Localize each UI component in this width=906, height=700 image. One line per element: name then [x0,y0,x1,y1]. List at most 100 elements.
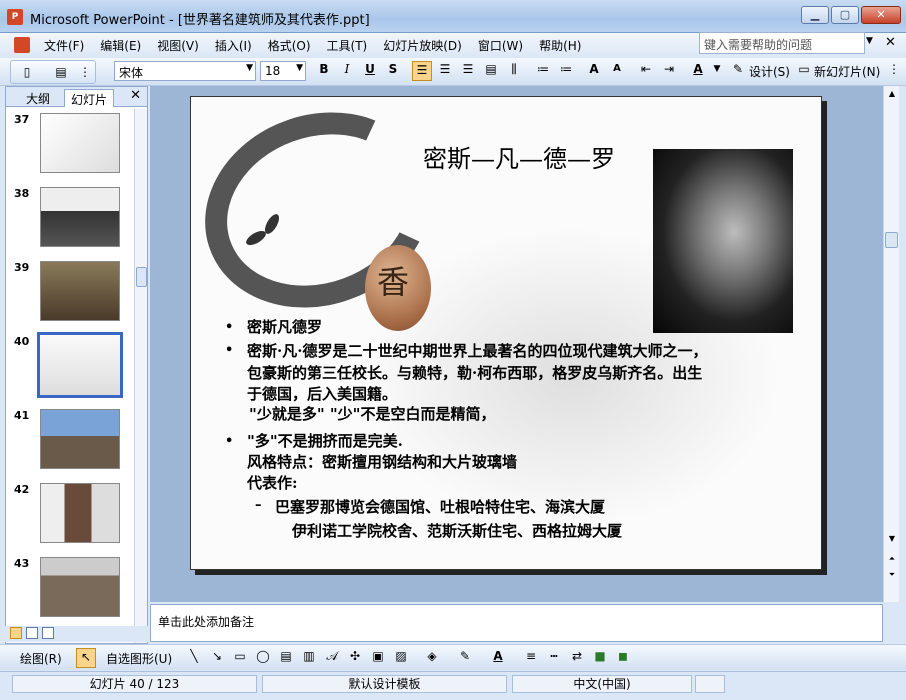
slide-thumbnail[interactable] [40,409,120,469]
previous-slide-icon[interactable]: ⏶ [885,552,899,566]
slide-text-line[interactable]: 巴塞罗那博览会德国馆、吐根哈特住宅、海滨大厦 [275,497,605,517]
menu-item[interactable]: 窗口(W) [478,37,523,54]
menu-item[interactable]: 编辑(E) [100,37,141,54]
bold-button[interactable]: B [316,61,332,77]
font-color-icon[interactable]: A [490,648,506,664]
shadow-style-icon[interactable]: ■ [592,648,608,664]
slide-thumbnail[interactable] [40,113,120,173]
next-slide-icon[interactable]: ⏷ [885,568,899,582]
help-dropdown-arrow-icon[interactable]: ▼ [866,36,873,46]
document-icon[interactable] [14,37,30,53]
status-design-template[interactable]: 默认设计模板 [262,675,507,693]
dash-style-icon[interactable]: ┅ [546,648,562,664]
slide-text-line[interactable]: 代表作: [247,473,298,493]
scroll-down-icon[interactable]: ▼ [885,532,899,546]
slide-text-line[interactable]: 风格特点：密斯擅用钢结构和大片玻璃墙 [247,452,517,472]
slide-text-line[interactable]: 伊利诺工学院校舍、范斯沃斯住宅、西格拉姆大厦 [292,521,622,541]
scrollbar-thumb[interactable] [136,267,147,287]
align-left-button[interactable]: ☰ [412,61,432,81]
slide-thumbnail[interactable] [40,557,120,617]
tab-slides[interactable]: 幻灯片 [64,89,115,107]
new-document-icon[interactable]: ▯ [19,64,35,80]
decrease-font-icon[interactable]: A [609,61,625,77]
wordart-icon[interactable]: 𝒜 [324,648,340,664]
maximize-button[interactable]: ▢ [831,6,859,24]
powerpoint-app-icon[interactable]: P [7,9,23,25]
normal-view-icon[interactable] [10,627,22,639]
line-color-icon[interactable]: ✎ [457,648,473,664]
rectangle-tool-icon[interactable]: ▭ [232,648,248,664]
design-button[interactable]: 设计(S) [749,63,790,80]
clipart-icon[interactable]: ▣ [370,648,386,664]
chevron-down-icon[interactable]: ▼ [709,61,725,77]
3d-style-icon[interactable]: ◼ [615,648,631,664]
panel-close-icon[interactable]: ✕ [130,88,141,103]
fill-color-icon[interactable]: ◈ [424,648,440,664]
menu-item[interactable]: 格式(O) [268,37,311,54]
italic-button[interactable]: I [339,61,355,77]
minimize-button[interactable]: ▁ [801,6,829,24]
menu-item[interactable]: 插入(I) [215,37,252,54]
font-size-select[interactable]: 18 ▼ [260,61,306,81]
diagram-icon[interactable]: ✣ [347,648,363,664]
justify-icon[interactable]: ▤ [483,61,499,77]
menu-item[interactable]: 视图(V) [157,37,199,54]
copy-icon[interactable]: ▤ [53,64,69,80]
select-pointer-icon[interactable]: ↖ [76,648,96,668]
slide-thumbnail[interactable] [40,261,120,321]
tab-outline[interactable]: 大纲 [20,89,56,107]
autoshapes-menu-button[interactable]: 自选图形(U) [106,650,172,667]
scrollbar-thumb[interactable] [885,232,898,248]
new-slide-button[interactable]: 新幻灯片(N) [814,63,880,80]
oval-tool-icon[interactable]: ◯ [255,648,271,664]
slide-thumbnail[interactable] [40,483,120,543]
toolbar-options-icon[interactable]: ⋮ [886,61,902,77]
align-right-icon[interactable]: ☰ [460,61,476,77]
arrow-tool-icon[interactable]: ↘ [209,648,225,664]
slide-text-line[interactable]: 于德国，后入美国籍。 [247,384,397,404]
increase-indent-icon[interactable]: ⇥ [661,61,677,77]
line-style-icon[interactable]: ≡ [523,648,539,664]
toolbar-options-icon[interactable]: ⋮ [77,64,93,80]
increase-font-icon[interactable]: A [586,61,602,77]
notes-placeholder[interactable]: 单击此处添加备注 [158,613,254,630]
slide-sorter-view-icon[interactable] [26,627,38,639]
menu-item[interactable]: 文件(F) [44,37,84,54]
slide-text-line[interactable]: "多"不是拥挤而是完美. [247,431,403,451]
line-tool-icon[interactable]: ╲ [186,648,202,664]
slideshow-view-icon[interactable] [42,627,54,639]
numbering-icon[interactable]: ≔ [535,61,551,77]
notes-pane[interactable]: 单击此处添加备注 [150,604,883,642]
slide-canvas-area[interactable]: 香 密斯—凡—德—罗 • 密斯凡德罗 • 密斯·凡·德罗是二十世纪中期世界上最著… [150,86,883,602]
help-search-input[interactable]: 键入需要帮助的问题 [699,32,865,54]
slide-thumbnail[interactable] [40,187,120,247]
scroll-up-icon[interactable]: ▲ [885,87,899,101]
thumbnail-list[interactable]: 37 38 39 40 41 42 43 [6,109,134,643]
draw-menu-button[interactable]: 绘图(R) [20,650,62,667]
menu-item[interactable]: 帮助(H) [539,37,581,54]
underline-button[interactable]: U [362,61,378,77]
thumbnail-scrollbar[interactable] [134,109,147,643]
slide-text-line[interactable]: 密斯凡德罗 [247,317,322,337]
current-slide[interactable]: 香 密斯—凡—德—罗 • 密斯凡德罗 • 密斯·凡·德罗是二十世纪中期世界上最著… [190,96,822,570]
textbox-tool-icon[interactable]: ▤ [278,648,294,664]
document-close-button[interactable]: ✕ [885,35,896,50]
align-center-icon[interactable]: ☰ [437,61,453,77]
slide-thumbnail[interactable] [37,332,123,398]
font-color-icon[interactable]: A [690,61,706,77]
slide-text-line[interactable]: 包豪斯的第三任校长。与赖特，勒·柯布西耶，格罗皮乌斯齐名。出生 [247,363,702,383]
slide-text-line[interactable]: "少就是多" "少"不是空白而是精简， [249,404,495,424]
menu-item[interactable]: 工具(T) [327,37,368,54]
shadow-button[interactable]: S [385,61,401,77]
close-button[interactable]: ✕ [861,6,901,24]
menu-item[interactable]: 幻灯片放映(D) [383,37,462,54]
bullets-icon[interactable]: ≔ [558,61,574,77]
portrait-photo[interactable] [653,149,793,333]
vertical-textbox-icon[interactable]: ▥ [301,648,317,664]
distribute-icon[interactable]: ⫼ [506,61,522,77]
slide-title[interactable]: 密斯—凡—德—罗 [423,139,615,174]
slide-scrollbar[interactable]: ▲ ▼ ⏶ ⏷ [883,86,899,602]
picture-icon[interactable]: ▨ [393,648,409,664]
arrow-style-icon[interactable]: ⇄ [569,648,585,664]
slide-text-line[interactable]: 密斯·凡·德罗是二十世纪中期世界上最著名的四位现代建筑大师之一， [247,341,707,361]
